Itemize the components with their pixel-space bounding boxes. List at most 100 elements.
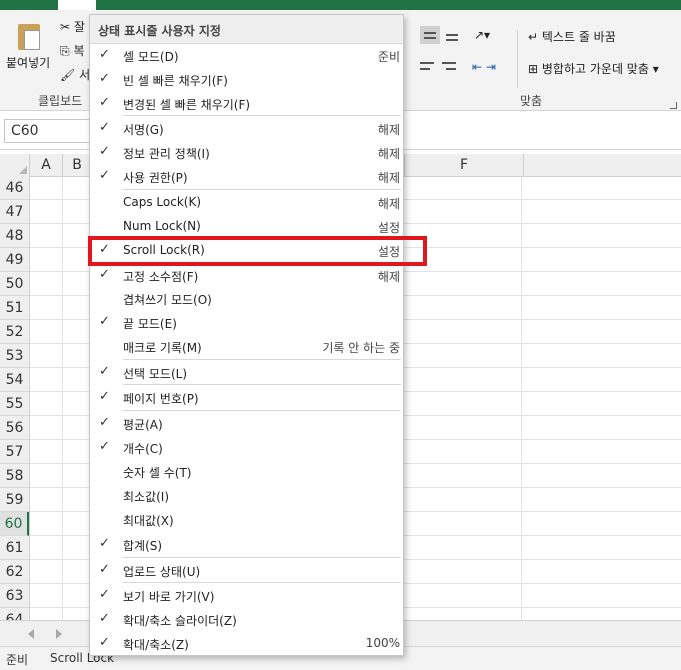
menu-item[interactable]: ✓ 빈 셀 빠른 채우기(F) (90, 68, 403, 92)
alignment-group-label: 맞춤 (520, 94, 543, 108)
menu-item[interactable]: 최소값(I) (90, 484, 403, 508)
check-icon: ✓ (99, 364, 110, 379)
dialog-launcher-icon[interactable] (670, 102, 677, 109)
menu-item-label: 최소값(I) (123, 490, 170, 504)
menu-separator (123, 410, 401, 411)
menu-item[interactable]: ✓ 평균(A) (90, 412, 403, 436)
merge-icon: ⊞ (528, 62, 539, 76)
check-icon: ✓ (99, 47, 110, 62)
menu-item-label: 매크로 기록(M) (123, 341, 202, 355)
row-header[interactable]: 57 (0, 440, 29, 464)
format-painter-button[interactable]: 🖌 서 (60, 66, 90, 83)
menu-item-value: 해제 (377, 270, 400, 284)
menu-item-label: 정보 관리 정책(I) (123, 147, 210, 161)
menu-item[interactable]: ✓ 보기 바로 가기(V) (90, 584, 403, 608)
row-header[interactable]: 54 (0, 368, 29, 392)
menu-item-label: 끝 모드(E) (123, 317, 177, 331)
menu-item-label: 겹쳐쓰기 모드(O) (123, 293, 212, 307)
row-header[interactable]: 61 (0, 536, 29, 560)
check-icon: ✓ (99, 389, 110, 404)
tab-home[interactable] (58, 0, 96, 10)
row-header[interactable]: 55 (0, 392, 29, 416)
check-icon: ✓ (99, 144, 110, 159)
menu-item-label: 페이지 번호(P) (123, 392, 199, 406)
menu-item[interactable]: ✓ 업로드 상태(U) (90, 559, 403, 583)
row-header[interactable]: 48 (0, 224, 29, 248)
scroll-left-icon[interactable] (28, 629, 34, 639)
menu-item-label: Caps Lock(K) (123, 195, 202, 209)
row-header[interactable]: 50 (0, 272, 29, 296)
select-all-corner[interactable] (0, 154, 30, 176)
row-header[interactable]: 62 (0, 560, 29, 584)
menu-item[interactable]: Caps Lock(K) 해제 (90, 191, 403, 215)
menu-item[interactable]: ✓ 합계(S) (90, 533, 403, 557)
row-header[interactable]: 47 (0, 200, 29, 224)
menu-separator (123, 189, 401, 190)
align-middle-button[interactable] (420, 26, 440, 44)
row-header[interactable]: 56 (0, 416, 29, 440)
scroll-right-icon[interactable] (56, 629, 62, 639)
menu-item[interactable]: 겹쳐쓰기 모드(O) (90, 287, 403, 311)
menu-item[interactable]: 최대값(X) (90, 508, 403, 532)
menu-item[interactable]: ✓ 개수(C) (90, 436, 403, 460)
align-line-icon (424, 32, 436, 34)
column-header-a[interactable]: A (30, 154, 63, 176)
row-header[interactable]: 59 (0, 488, 29, 512)
check-icon: ✓ (99, 536, 110, 551)
check-icon: ✓ (99, 415, 110, 430)
row-header[interactable]: 52 (0, 320, 29, 344)
row-header[interactable]: 58 (0, 464, 29, 488)
menu-item[interactable]: ✓ 셀 모드(D) 준비 (90, 44, 403, 68)
row-header[interactable]: 51 (0, 296, 29, 320)
paste-icon[interactable] (18, 24, 40, 50)
menu-item[interactable]: ✓ 확대/축소(Z) 100% (90, 632, 403, 656)
row-header[interactable]: 60 (0, 512, 29, 536)
name-box[interactable]: C60 (4, 119, 92, 143)
wrap-text-icon: ↵ (528, 30, 539, 44)
paste-button-label[interactable]: 붙여넣기 (6, 54, 50, 71)
check-icon: ✓ (99, 71, 110, 86)
menu-item[interactable]: ✓ 정보 관리 정책(I) 해제 (90, 141, 403, 165)
menu-item[interactable]: ✓ 변경된 셀 빠른 채우기(F) (90, 92, 403, 116)
menu-item[interactable]: ✓ 선택 모드(L) (90, 361, 403, 385)
row-header[interactable]: 49 (0, 248, 29, 272)
indent-icons[interactable]: ⇤ ⇥ (472, 60, 496, 74)
menu-item-label: 최대값(X) (123, 514, 174, 528)
menu-item[interactable]: ✓ 페이지 번호(P) (90, 386, 403, 410)
clipboard-group-label: 클립보드 (38, 94, 83, 108)
menu-item[interactable]: ✓ 고정 소수점(F) 해제 (90, 264, 403, 288)
menu-item[interactable]: 숫자 셀 수(T) (90, 460, 403, 484)
menu-item-label: 확대/축소(Z) (123, 638, 189, 652)
align-left-icon (420, 68, 430, 70)
row-header[interactable]: 46 (0, 176, 29, 200)
menu-item-value: 해제 (377, 123, 400, 137)
wrap-text-button[interactable]: ↵ 텍스트 줄 바꿈 (528, 28, 616, 45)
menu-item-label: 업로드 상태(U) (123, 565, 201, 579)
menu-item[interactable]: ✓ 끝 모드(E) (90, 311, 403, 335)
align-right-icon (446, 68, 456, 70)
align-right-icon[interactable] (442, 62, 456, 64)
column-header-b[interactable]: B (63, 154, 92, 176)
chevron-down-icon[interactable]: ▾ (653, 62, 659, 76)
merge-center-button[interactable]: ⊞ 병합하고 가운데 맞춤 ▾ (528, 60, 659, 77)
copy-icon: ⎘ (60, 44, 70, 58)
align-left-icon[interactable] (420, 62, 434, 64)
check-icon: ✓ (99, 611, 110, 626)
menu-item-label: 합계(S) (123, 539, 163, 553)
menu-item[interactable]: ✓ 서명(G) 해제 (90, 117, 403, 141)
menu-item[interactable]: ✓ 확대/축소 슬라이더(Z) (90, 608, 403, 632)
align-bottom-icon[interactable] (446, 34, 458, 36)
menu-title-bar: 상태 표시줄 사용자 지정 (90, 15, 403, 44)
menu-item-value: 해제 (377, 197, 400, 211)
menu-item[interactable]: 매크로 기록(M) 기록 안 하는 중 (90, 335, 403, 359)
row-header[interactable]: 53 (0, 344, 29, 368)
menu-item-value: 기록 안 하는 중 (322, 341, 400, 355)
copy-button[interactable]: ⎘ 복 (60, 42, 84, 59)
row-header[interactable]: 63 (0, 584, 29, 608)
column-header-f[interactable]: F (404, 154, 524, 176)
cut-button[interactable]: ✂ 잘 (60, 18, 85, 35)
menu-item[interactable]: ✓ 사용 권한(P) 해제 (90, 165, 403, 189)
menu-item-label: 사용 권한(P) (123, 171, 188, 185)
menu-item-value: 설정 (377, 221, 400, 235)
orientation-icon[interactable]: ↗▾ (474, 28, 490, 42)
